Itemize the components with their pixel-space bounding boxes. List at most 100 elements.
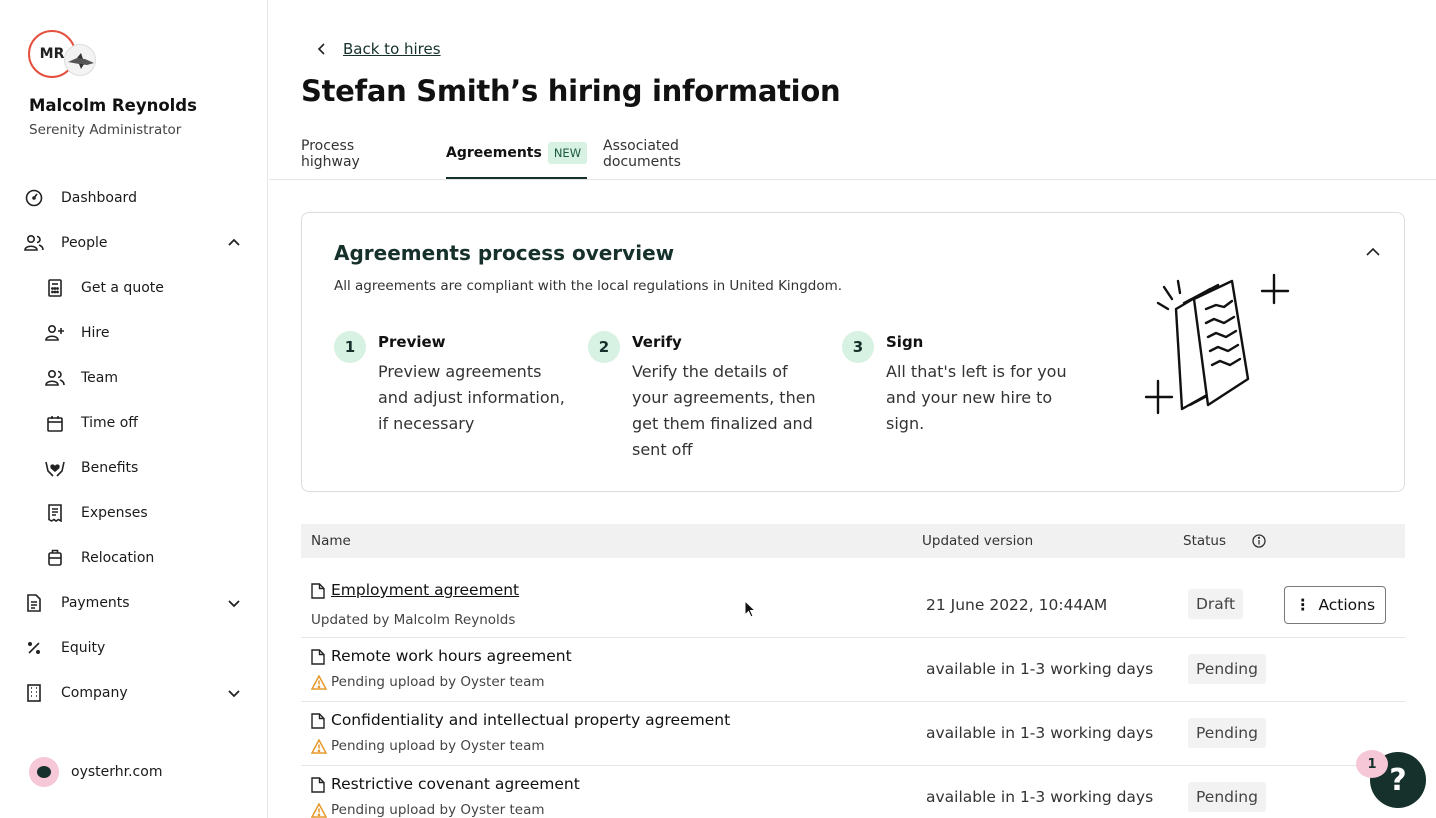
sidebar-item-time-off[interactable]: Time off: [0, 403, 268, 443]
new-badge: NEW: [547, 141, 588, 164]
warning-icon: [311, 738, 327, 754]
tab-label: Agreements: [446, 144, 542, 161]
agreement-name: Restrictive covenant agreement: [331, 775, 580, 793]
back-link[interactable]: Back to hires: [315, 40, 441, 58]
help-question-icon: ?: [1389, 762, 1407, 798]
team-icon: [45, 368, 65, 388]
agreement-meta-text: Pending upload by Oyster team: [331, 738, 545, 754]
sidebar-item-label: Equity: [61, 640, 106, 656]
sidebar-item-expenses[interactable]: Expenses: [0, 493, 268, 533]
sidebar-item-label: Hire: [81, 325, 110, 341]
calendar-icon: [45, 413, 65, 433]
info-icon[interactable]: [1252, 534, 1266, 548]
luggage-icon: [45, 548, 65, 568]
sidebar-item-dashboard[interactable]: Dashboard: [0, 178, 268, 218]
updated-version: available in 1-3 working days: [926, 660, 1154, 678]
notification-badge: 1: [1356, 750, 1388, 778]
sidebar-item-label: Team: [81, 370, 119, 386]
document-icon: [311, 777, 325, 793]
agreement-meta: Pending upload by Oyster team: [311, 674, 545, 690]
add-user-icon: [45, 323, 65, 343]
sidebar-item-label: Company: [61, 685, 128, 701]
heart-hands-icon: [45, 458, 65, 478]
organization-switcher[interactable]: oysterhr.com: [29, 757, 162, 787]
status-badge: Draft: [1188, 589, 1244, 619]
organization-name: oysterhr.com: [71, 764, 163, 780]
step-number: 2: [588, 331, 620, 363]
column-header-updated: Updated version: [922, 533, 1034, 549]
step-title: Sign: [886, 333, 924, 351]
calculator-icon: [45, 278, 65, 298]
tabs-divider: [269, 179, 1436, 180]
user-name: Malcolm Reynolds: [29, 96, 197, 115]
chevron-up-icon[interactable]: [1364, 243, 1382, 261]
updated-version: 21 June 2022, 10:44AM: [926, 596, 1108, 614]
table-row: Restrictive covenant agreement Pending u…: [301, 766, 1405, 818]
sidebar-item-label: People: [61, 235, 108, 251]
sidebar-item-team[interactable]: Team: [0, 358, 268, 398]
tab-associated-documents[interactable]: Associated documents: [603, 128, 681, 179]
sidebar: MR Malcolm Reynolds Serenity Administrat…: [0, 0, 268, 818]
chevron-down-icon[interactable]: [226, 685, 242, 701]
sidebar-item-company[interactable]: Company: [0, 673, 268, 713]
step-title: Preview: [378, 333, 446, 351]
sidebar-item-label: Benefits: [81, 460, 139, 476]
actions-button[interactable]: ⋮ Actions: [1284, 586, 1386, 624]
chevron-left-icon: [317, 43, 325, 55]
oyster-logo-icon: [29, 757, 59, 787]
main-content: Back to hires Stefan Smith’s hiring info…: [269, 0, 1436, 818]
tab-label: Process highway: [301, 137, 360, 170]
people-icon: [24, 233, 44, 253]
tab-process-highway[interactable]: Process highway: [301, 128, 360, 179]
company-logo-icon: [64, 44, 96, 76]
sidebar-item-label: Expenses: [81, 505, 148, 521]
status-badge: Pending: [1188, 718, 1266, 748]
chevron-down-icon[interactable]: [226, 595, 242, 611]
receipt-icon: [45, 503, 65, 523]
building-icon: [24, 683, 44, 703]
sidebar-item-relocation[interactable]: Relocation: [0, 538, 268, 578]
document-icon: [24, 593, 44, 613]
tab-agreements[interactable]: Agreements NEW: [446, 128, 588, 179]
agreement-name-link[interactable]: Employment agreement: [331, 581, 519, 599]
step-number: 1: [334, 331, 366, 363]
step-number: 3: [842, 331, 874, 363]
document-icon: [311, 713, 325, 729]
agreement-meta: Pending upload by Oyster team: [311, 802, 545, 818]
sidebar-item-label: Dashboard: [61, 190, 137, 206]
user-avatar-group[interactable]: MR: [28, 30, 98, 80]
page-title: Stefan Smith’s hiring information: [301, 74, 841, 108]
overview-title: Agreements process overview: [334, 241, 675, 265]
table-row: Employment agreement Updated by Malcolm …: [301, 568, 1405, 638]
agreement-meta: Pending upload by Oyster team: [311, 738, 545, 754]
status-badge: Pending: [1188, 782, 1266, 812]
agreement-meta-text: Updated by Malcolm Reynolds: [311, 612, 516, 628]
user-role: Serenity Administrator: [29, 122, 182, 138]
table-row: Confidentiality and intellectual propert…: [301, 702, 1405, 766]
document-icon: [311, 583, 325, 599]
sidebar-item-payments[interactable]: Payments: [0, 583, 268, 623]
updated-version: available in 1-3 working days: [926, 724, 1154, 742]
dashboard-icon: [24, 188, 44, 208]
warning-icon: [311, 674, 327, 690]
agreement-meta-text: Pending upload by Oyster team: [331, 674, 545, 690]
sidebar-item-get-a-quote[interactable]: Get a quote: [0, 268, 268, 308]
mouse-cursor-icon: [744, 600, 756, 618]
column-header-status: Status: [1183, 533, 1227, 549]
sidebar-item-equity[interactable]: Equity: [0, 628, 268, 668]
sidebar-item-benefits[interactable]: Benefits: [0, 448, 268, 488]
percent-icon: [24, 638, 44, 658]
sidebar-item-hire[interactable]: Hire: [0, 313, 268, 353]
agreements-overview-card: Agreements process overview All agreemen…: [301, 212, 1405, 492]
actions-label: Actions: [1318, 596, 1376, 614]
back-to-hires-link[interactable]: Back to hires: [343, 40, 441, 58]
sidebar-item-label: Relocation: [81, 550, 155, 566]
overview-subtitle: All agreements are compliant with the lo…: [334, 278, 843, 294]
tab-label: Associated documents: [603, 137, 681, 170]
step-title: Verify: [632, 333, 682, 351]
sidebar-item-people[interactable]: People: [0, 223, 268, 263]
chevron-up-icon[interactable]: [226, 235, 242, 251]
sidebar-item-label: Time off: [81, 415, 138, 431]
status-badge: Pending: [1188, 654, 1266, 684]
sidebar-item-label: Payments: [61, 595, 130, 611]
